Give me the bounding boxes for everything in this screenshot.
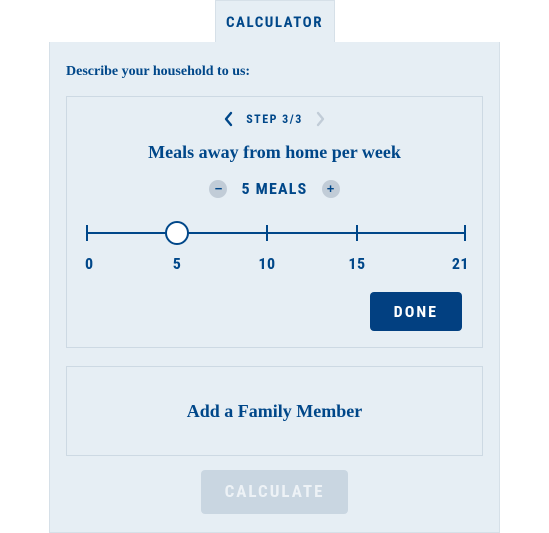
slider-tick — [266, 225, 268, 241]
slider-mark-label: 5 — [173, 254, 182, 273]
slider-tick — [86, 225, 88, 241]
step-card: STEP 3/3 Meals away from home per week −… — [66, 96, 483, 348]
slider-tick — [464, 225, 466, 241]
slider-track — [88, 232, 464, 234]
add-family-member-button[interactable]: Add a Family Member — [66, 366, 483, 456]
increment-button[interactable]: + — [322, 180, 340, 198]
slider-mark-label: 10 — [258, 254, 275, 273]
calculate-label: CALCULATE — [225, 482, 325, 502]
slider-mark-label: 0 — [85, 254, 94, 273]
add-family-member-label: Add a Family Member — [187, 401, 362, 422]
tab-calculator[interactable]: CALCULATOR — [215, 0, 335, 42]
value-display: 5 MEALS — [241, 179, 307, 198]
plus-icon: + — [327, 182, 335, 195]
minus-icon: − — [215, 182, 223, 195]
chevron-left-icon[interactable] — [222, 110, 236, 128]
slider-mark-label: 15 — [348, 254, 365, 273]
done-button[interactable]: DONE — [370, 292, 462, 331]
slider-mark-label: 21 — [452, 254, 469, 273]
decrement-button[interactable]: − — [209, 180, 227, 198]
tab-label: CALCULATOR — [226, 13, 323, 31]
step-navigation: STEP 3/3 — [87, 110, 462, 128]
slider-thumb[interactable] — [165, 221, 189, 245]
meals-slider[interactable]: 0 5 10 15 21 — [87, 220, 465, 280]
chevron-right-icon[interactable] — [313, 110, 327, 128]
intro-text: Describe your household to us: — [66, 64, 483, 80]
done-label: DONE — [394, 302, 438, 321]
calculator-panel: Describe your household to us: STEP 3/3 … — [49, 42, 500, 533]
calculate-button[interactable]: CALCULATE — [201, 470, 349, 514]
slider-tick — [356, 225, 358, 241]
step-question: Meals away from home per week — [87, 142, 462, 163]
step-indicator: STEP 3/3 — [246, 112, 303, 126]
